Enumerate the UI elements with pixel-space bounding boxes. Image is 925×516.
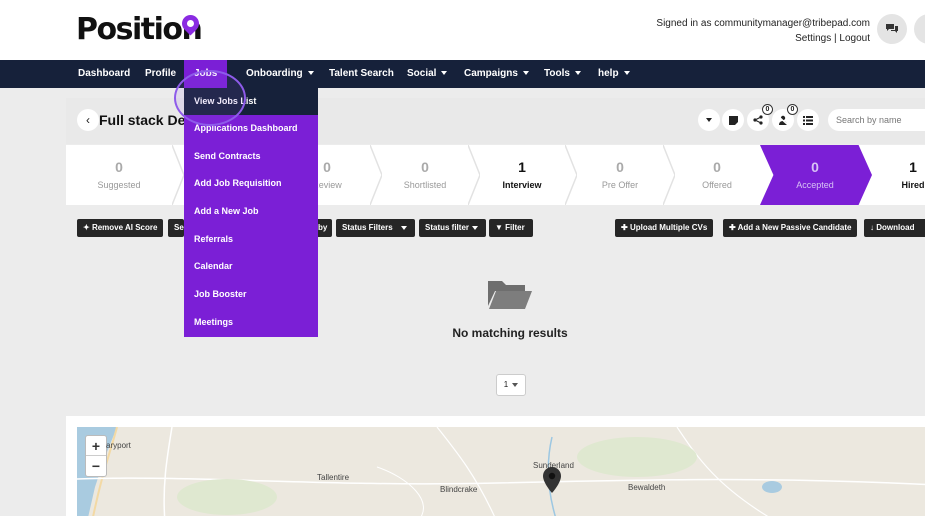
no-results-message: No matching results: [452, 326, 568, 340]
stage-divider-icon: [370, 145, 382, 205]
menu-meetings[interactable]: Meetings: [184, 309, 318, 336]
chevron-left-icon: ‹: [86, 113, 90, 127]
more-options-button[interactable]: [698, 109, 720, 131]
chevron-down-icon: [472, 225, 479, 230]
note-icon: [728, 115, 738, 125]
zoom-in-button[interactable]: +: [86, 436, 106, 456]
stage-divider-icon: [468, 145, 480, 205]
candidate-search-input[interactable]: Search by name: [828, 109, 925, 131]
click-highlight-ring: [174, 70, 246, 126]
status-filters-dropdown[interactable]: Status Filters: [336, 219, 415, 237]
status-filter-dropdown[interactable]: Status filter: [419, 219, 486, 237]
user-plus-icon: ✚: [621, 223, 630, 232]
filter-button[interactable]: ▼ Filter: [489, 219, 533, 237]
stage-shortlisted[interactable]: 0 Shortlisted: [380, 145, 470, 190]
caret-down-icon: [706, 118, 712, 122]
upload-multiple-cvs-button[interactable]: ✚ Upload Multiple CVs: [615, 219, 714, 237]
map-place-label: aryport: [106, 441, 131, 450]
share-button[interactable]: 0: [747, 104, 773, 131]
menu-calendar[interactable]: Calendar: [184, 253, 318, 280]
stage-offered[interactable]: 0 Offered: [672, 145, 762, 190]
add-passive-candidate-button[interactable]: ✚ Add a New Passive Candidate: [723, 219, 858, 237]
nav-onboarding[interactable]: Onboarding: [246, 60, 314, 88]
nav-talent-search[interactable]: Talent Search: [329, 60, 394, 88]
map-zoom-controls: + −: [85, 435, 107, 477]
stage-divider-icon: [663, 145, 675, 205]
funnel-icon: ▼: [495, 223, 506, 232]
back-button[interactable]: ‹: [77, 109, 99, 131]
nav-help[interactable]: help: [598, 60, 630, 88]
list-icon: [803, 115, 813, 125]
users-button[interactable]: 0: [772, 104, 798, 131]
stage-divider-icon: [172, 145, 184, 205]
share-icon: [753, 115, 763, 125]
chat-button[interactable]: [877, 14, 907, 44]
map-tiles: [77, 427, 925, 516]
page-select[interactable]: 1: [496, 374, 526, 396]
app-header: Position Signed in as communitymanager@t…: [0, 0, 925, 60]
signed-in-text: Signed in as communitymanager@tribepad.c…: [656, 18, 870, 29]
logout-link[interactable]: Logout: [839, 33, 870, 44]
chevron-down-icon: [400, 225, 407, 230]
sparkle-icon: ✦: [83, 223, 92, 232]
nav-profile[interactable]: Profile: [145, 60, 176, 88]
remove-ai-score-button[interactable]: ✦ Remove AI Score: [77, 219, 164, 237]
menu-job-booster[interactable]: Job Booster: [184, 281, 318, 308]
nav-tools[interactable]: Tools: [544, 60, 581, 88]
caret-down-icon: [574, 71, 581, 76]
user-count-badge: 0: [787, 104, 798, 115]
caret-down-icon: [522, 71, 529, 76]
stage-accepted[interactable]: 0 Accepted: [770, 145, 860, 190]
nav-campaigns[interactable]: Campaigns: [464, 60, 529, 88]
separator: |: [834, 33, 837, 44]
map-marker-icon[interactable]: [543, 467, 561, 493]
location-map[interactable]: [77, 427, 925, 516]
caret-down-icon: [512, 382, 519, 387]
select-button[interactable]: Se: [168, 219, 184, 237]
map-place-label: Bewaldeth: [628, 483, 666, 492]
open-folder-icon: [488, 281, 532, 309]
stage-suggested[interactable]: 0 Suggested: [74, 145, 164, 190]
list-view-button[interactable]: [797, 109, 819, 131]
caret-down-icon: [307, 71, 314, 76]
menu-add-new-job[interactable]: Add a New Job: [184, 198, 318, 225]
stage-interview[interactable]: 1 Interview: [477, 145, 567, 190]
map-place-label: Blindcrake: [440, 485, 478, 494]
chat-bubbles-icon: [886, 24, 898, 33]
user-plus-icon: ✚: [729, 223, 738, 232]
main-nav: Dashboard Profile Jobs Onboarding Talent…: [0, 60, 925, 88]
map-place-label: Tallentire: [317, 473, 350, 482]
notes-button[interactable]: [722, 109, 744, 131]
caret-down-icon: [623, 71, 630, 76]
nav-social[interactable]: Social: [407, 60, 448, 88]
caret-down-icon: [441, 71, 448, 76]
settings-link[interactable]: Settings: [795, 33, 831, 44]
nav-dashboard[interactable]: Dashboard: [78, 60, 130, 88]
user-menu-button[interactable]: [914, 14, 925, 44]
download-button[interactable]: ↓ Download: [864, 219, 925, 237]
menu-referrals[interactable]: Referrals: [184, 226, 318, 253]
zoom-out-button[interactable]: −: [86, 456, 106, 476]
stage-divider-icon: [565, 145, 577, 205]
user-slash-icon: [778, 115, 788, 125]
share-count-badge: 0: [762, 104, 773, 115]
stage-pre-offer[interactable]: 0 Pre Offer: [575, 145, 665, 190]
job-title: Full stack Dev: [99, 112, 194, 128]
menu-add-job-requisition[interactable]: Add Job Requisition: [184, 170, 318, 197]
position-logo[interactable]: Position: [76, 12, 203, 47]
menu-send-contracts[interactable]: Send Contracts: [184, 143, 318, 170]
stage-hired[interactable]: 1 Hired: [868, 145, 925, 190]
account-info: Signed in as communitymanager@tribepad.c…: [656, 16, 870, 46]
